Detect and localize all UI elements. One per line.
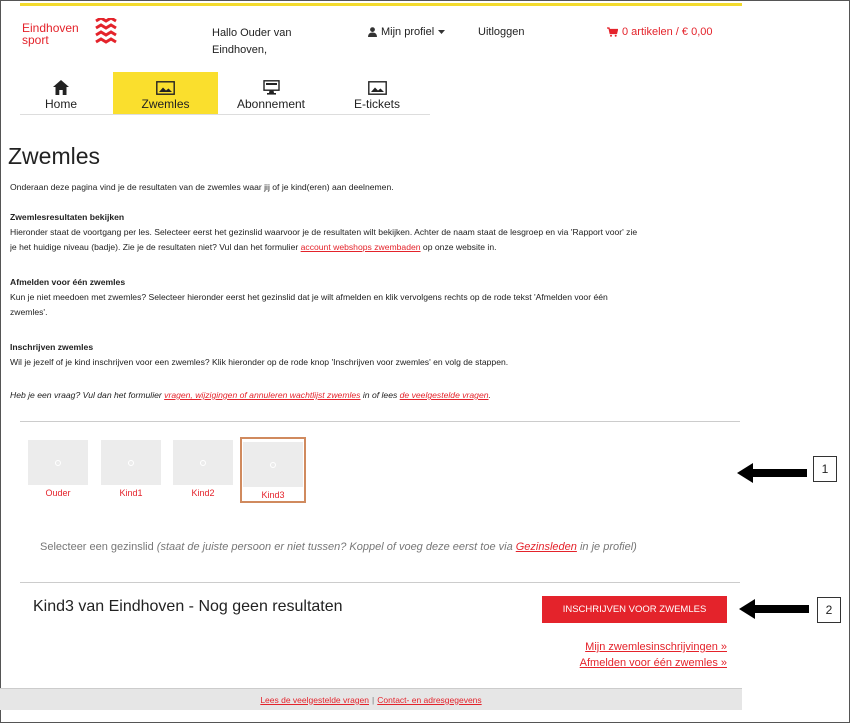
member-name: Kind1 <box>119 488 143 498</box>
member-avatar <box>173 440 233 485</box>
hint-italic-pre: (staat de juiste persoon er niet tussen?… <box>156 541 516 553</box>
home-icon <box>53 80 69 95</box>
gezinsleden-link[interactable]: Gezinsleden <box>516 541 577 553</box>
callout-label-2: 2 <box>817 597 841 623</box>
unsubscribe-heading-text: Afmelden voor één zwemles <box>10 277 126 287</box>
member-avatar <box>243 442 303 487</box>
question-text: Heb je een vraag? Vul dan het formulier … <box>10 388 745 403</box>
brand-logo[interactable]: Eindhoven sport <box>22 18 117 47</box>
footer-separator: | <box>372 694 375 705</box>
member-tile-kind1[interactable]: Kind1 <box>100 440 162 500</box>
hint-pre: Selecteer een gezinslid <box>40 541 157 553</box>
wachtlijst-form-link[interactable]: vragen, wijzigingen of annuleren wachtli… <box>164 390 360 400</box>
section-divider <box>20 582 740 583</box>
callout-label-1: 1 <box>813 456 837 482</box>
question-mid: in of lees <box>360 390 400 400</box>
profile-label: Mijn profiel <box>381 26 435 38</box>
cart-label: 0 artikelen / € 0,00 <box>622 26 713 38</box>
enroll-button[interactable]: INSCHRIJVEN VOOR ZWEMLES <box>542 596 727 623</box>
unsubscribe-lesson-link[interactable]: Afmelden voor één zwemles » <box>580 657 727 669</box>
question-pre: Heb je een vraag? Vul dan het formulier <box>10 390 165 400</box>
cart-icon <box>607 27 618 37</box>
nav-label-home: Home <box>44 97 77 111</box>
nav-label-etickets: E-tickets <box>353 97 400 111</box>
avatar-placeholder-icon <box>200 459 206 466</box>
enroll-heading-text: Inschrijven zwemles <box>10 342 94 352</box>
top-accent-line <box>20 3 742 6</box>
unsubscribe-heading: Afmelden voor één zwemles <box>10 275 745 290</box>
unsubscribe-text-line2: zwemles'. <box>10 307 48 317</box>
nav-item-home[interactable]: Home <box>20 72 102 114</box>
results-heading: Zwemlesresultaten bekijken <box>10 210 745 225</box>
monitor-icon <box>262 80 280 95</box>
footer-contact-link[interactable]: Contact- en adresgegevens <box>377 695 481 705</box>
result-title: Kind3 van Eindhoven - Nog geen resultate… <box>33 598 343 615</box>
hint-italic-post: in je profiel) <box>576 541 637 553</box>
enroll-heading: Inschrijven zwemles <box>10 340 745 355</box>
my-enrollments-link[interactable]: Mijn zwemlesinschrijvingen » <box>585 641 727 653</box>
avatar-placeholder-icon <box>55 459 61 466</box>
eindhoven-logo-icon <box>95 18 117 44</box>
section-divider <box>20 421 740 422</box>
nav-item-abonnement[interactable]: Abonnement <box>220 72 322 114</box>
nav-divider <box>20 114 430 115</box>
member-name: Ouder <box>45 488 71 498</box>
greeting-line1: Hallo Ouder van <box>212 27 292 39</box>
caret-down-icon <box>438 29 446 34</box>
member-name: Kind2 <box>191 488 215 498</box>
avatar-placeholder-icon <box>128 459 134 466</box>
member-name: Kind3 <box>261 490 285 500</box>
footer-faq-link[interactable]: Lees de veelgestelde vragen <box>260 695 369 705</box>
footer: Lees de veelgestelde vragen | Contact- e… <box>0 688 742 710</box>
avatar-placeholder-icon <box>270 461 276 468</box>
member-tile-kind3[interactable]: Kind3 <box>240 437 306 503</box>
intro-text: Onderaan deze pagina vind je de resultat… <box>10 182 394 192</box>
nav-item-zwemles[interactable]: Zwemles <box>113 72 218 114</box>
logout-link[interactable]: Uitloggen <box>478 26 524 38</box>
user-greeting: Hallo Ouder van Eindhoven, <box>212 25 292 59</box>
cart-link[interactable]: 0 artikelen / € 0,00 <box>607 26 713 38</box>
greeting-line2: Eindhoven, <box>212 44 268 56</box>
results-line2-post: op onze website in. <box>420 242 497 252</box>
user-icon <box>368 27 377 37</box>
main-nav: Home Zwemles Abonnement E-tickets <box>20 72 430 114</box>
faq-link[interactable]: de veelgestelde vragen <box>400 390 489 400</box>
nav-item-etickets[interactable]: E-tickets <box>329 72 425 114</box>
results-heading-text: Zwemlesresultaten bekijken <box>10 212 125 222</box>
account-webshops-link[interactable]: account webshops zwembaden <box>301 242 421 252</box>
member-tile-ouder[interactable]: Ouder <box>27 440 89 500</box>
image-icon <box>367 81 387 95</box>
member-avatar <box>101 440 161 485</box>
select-member-hint: Selecteer een gezinslid (staat de juiste… <box>40 541 637 553</box>
member-tile-kind2[interactable]: Kind2 <box>172 440 234 500</box>
unsubscribe-text-line1: Kun je niet meedoen met zwemles? Selecte… <box>10 292 608 302</box>
arrow-left-icon <box>737 463 807 483</box>
question-post: . <box>488 390 491 400</box>
arrow-left-icon <box>739 599 809 619</box>
nav-label-zwemles: Zwemles <box>141 97 190 111</box>
image-icon <box>156 81 175 95</box>
page-title: Zwemles <box>8 143 101 169</box>
results-line2-pre: je het huidige niveau (badje). Zie je de… <box>10 242 301 252</box>
member-avatar <box>28 440 88 485</box>
results-text-line1: Hieronder staat de voortgang per les. Se… <box>10 227 638 237</box>
results-text-line2: je het huidige niveau (badje). Zie je de… <box>10 240 745 255</box>
enroll-text: Wil je jezelf of je kind inschrijven voo… <box>10 357 509 367</box>
profile-menu[interactable]: Mijn profiel <box>368 26 446 38</box>
nav-label-abonnement: Abonnement <box>236 97 306 111</box>
brand-name-line2: sport <box>22 33 49 47</box>
